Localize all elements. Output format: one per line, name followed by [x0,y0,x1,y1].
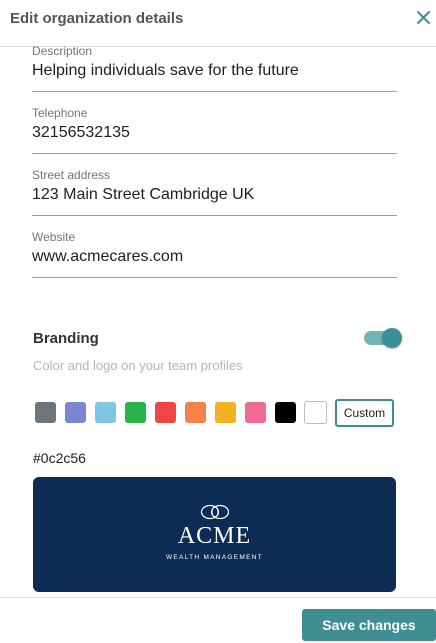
telephone-field[interactable]: Telephone 32156532135 [32,106,397,154]
logo-preview: ACME WEALTH MANAGEMENT [33,477,396,592]
dialog-header: Edit organization details [0,0,436,47]
swatch-yellow[interactable] [215,402,236,423]
close-icon [417,11,430,24]
selected-color-hex[interactable]: #0c2c56 [33,450,86,466]
swatch-orange[interactable] [185,402,206,423]
description-label: Description [32,44,93,58]
swatch-red[interactable] [155,402,176,423]
website-label: Website [32,230,76,244]
acme-logo-icon [200,504,230,520]
dialog-title: Edit organization details [10,10,184,27]
swatch-gray[interactable] [35,402,56,423]
description-input[interactable]: Helping individuals save for the future [32,62,299,80]
swatch-light-blue[interactable] [95,402,116,423]
description-field[interactable]: Description Helping individuals save for… [32,44,397,92]
website-input[interactable]: www.acmecares.com [32,248,183,266]
street-address-label: Street address [32,168,111,182]
logo-name: ACME [177,523,252,549]
custom-color-button[interactable]: Custom [335,399,394,427]
swatch-green[interactable] [125,402,146,423]
swatch-black[interactable] [275,402,296,423]
telephone-input[interactable]: 32156532135 [32,124,130,142]
branding-title: Branding [33,330,99,347]
branding-toggle[interactable] [364,328,402,348]
save-changes-button[interactable]: Save changes [302,609,436,641]
branding-subtitle: Color and logo on your team profiles [33,358,243,373]
dialog-footer: Save changes [0,597,436,643]
swatch-periwinkle[interactable] [65,402,86,423]
telephone-label: Telephone [32,106,88,120]
website-field[interactable]: Website www.acmecares.com [32,230,397,278]
street-address-field[interactable]: Street address 123 Main Street Cambridge… [32,168,397,216]
swatch-pink[interactable] [245,402,266,423]
logo-tagline: WEALTH MANAGEMENT [165,554,264,561]
toggle-knob [382,328,402,348]
close-button[interactable] [414,8,434,30]
swatch-white[interactable] [304,401,327,424]
street-address-input[interactable]: 123 Main Street Cambridge UK [32,186,254,204]
